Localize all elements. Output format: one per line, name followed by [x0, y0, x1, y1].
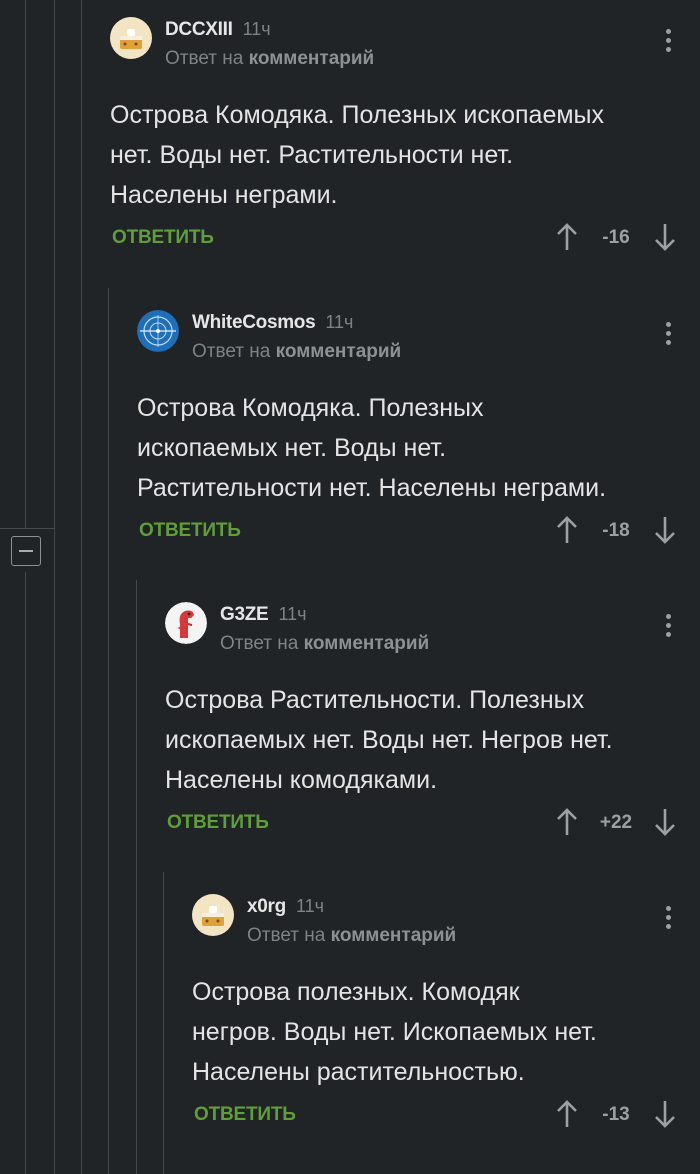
- comment-time: 11ч: [295, 896, 325, 916]
- thread-line: [54, 0, 55, 1174]
- crosshair-avatar-icon[interactable]: [137, 310, 179, 352]
- comment-time: 11ч: [242, 19, 271, 39]
- dinosaur-avatar-icon[interactable]: [165, 602, 207, 644]
- collapse-thread-button[interactable]: [11, 536, 41, 566]
- downvote-arrow-icon[interactable]: [654, 1099, 676, 1129]
- reply-to-label: Ответ на комментарий: [165, 48, 375, 69]
- reply-to-label: Ответ на комментарий: [220, 633, 430, 654]
- thread-line: [25, 572, 26, 1174]
- more-menu-icon[interactable]: [666, 322, 672, 348]
- comment-time: 11ч: [278, 604, 307, 624]
- reply-to-label: Ответ на комментарий: [192, 341, 402, 362]
- reply-button[interactable]: ОТВЕТИТЬ: [112, 227, 214, 249]
- comment: WhiteCosmos 11ч Ответ на комментарий Остр…: [137, 310, 700, 560]
- downvote-arrow-icon[interactable]: [654, 807, 676, 837]
- comment: G3ZE 11ч Ответ на комментарий Острова Рас…: [165, 602, 700, 852]
- comment-text: Острова Растительности. Полезных ископае…: [165, 686, 613, 794]
- comment-author[interactable]: G3ZE 11ч: [220, 604, 307, 626]
- reply-to-link[interactable]: комментарий: [276, 341, 402, 362]
- more-menu-icon[interactable]: [666, 906, 672, 932]
- thread-line: [108, 288, 109, 1174]
- comment-rating: +22: [556, 807, 676, 837]
- comment-rating: -16: [556, 222, 676, 252]
- comment-score: -18: [602, 520, 630, 541]
- comment-text: Острова Комодяка. Полезных ископаемых не…: [137, 394, 607, 502]
- comment-text: Острова Комодяка. Полезных ископаемых не…: [110, 101, 605, 209]
- comment-author[interactable]: DCCXIII 11ч: [165, 19, 271, 41]
- reply-to-link[interactable]: комментарий: [249, 48, 375, 69]
- comment-score: -16: [602, 227, 630, 248]
- downvote-arrow-icon[interactable]: [654, 222, 676, 252]
- comment-author[interactable]: WhiteCosmos 11ч: [192, 312, 353, 334]
- upvote-arrow-icon[interactable]: [556, 515, 578, 545]
- reply-button[interactable]: ОТВЕТИТЬ: [167, 812, 269, 834]
- more-menu-icon[interactable]: [666, 614, 672, 640]
- upvote-arrow-icon[interactable]: [556, 222, 578, 252]
- thread-line: [136, 580, 137, 1174]
- thread-line: [25, 0, 26, 528]
- reply-button[interactable]: ОТВЕТИТЬ: [194, 1104, 296, 1126]
- upvote-arrow-icon[interactable]: [556, 1099, 578, 1129]
- upvote-arrow-icon[interactable]: [556, 807, 578, 837]
- comment: x0rg 11ч Ответ на комментарий Острова пол…: [192, 894, 700, 1144]
- comment-text: Острова полезных. Комодяк негров. Воды н…: [192, 978, 597, 1086]
- thread-line: [163, 872, 164, 1174]
- downvote-arrow-icon[interactable]: [654, 515, 676, 545]
- reply-to-label: Ответ на комментарий: [247, 925, 457, 946]
- comment-author[interactable]: x0rg 11ч: [247, 896, 324, 918]
- more-menu-icon[interactable]: [666, 29, 672, 55]
- cake-avatar-icon[interactable]: [110, 17, 152, 59]
- cake-avatar-icon[interactable]: [192, 894, 234, 936]
- comment-rating: -13: [556, 1099, 676, 1129]
- reply-to-link[interactable]: комментарий: [304, 633, 430, 654]
- comment-score: +22: [599, 812, 633, 833]
- thread-line: [81, 0, 82, 1174]
- reply-to-link[interactable]: комментарий: [331, 925, 457, 946]
- comment-score: -13: [602, 1104, 630, 1125]
- comment-rating: -18: [556, 515, 676, 545]
- comment: DCCXIII 11ч Ответ на комментарий Острова …: [110, 17, 700, 267]
- comment-time: 11ч: [325, 312, 354, 332]
- reply-button[interactable]: ОТВЕТИТЬ: [139, 520, 241, 542]
- thread-branch: [0, 528, 54, 529]
